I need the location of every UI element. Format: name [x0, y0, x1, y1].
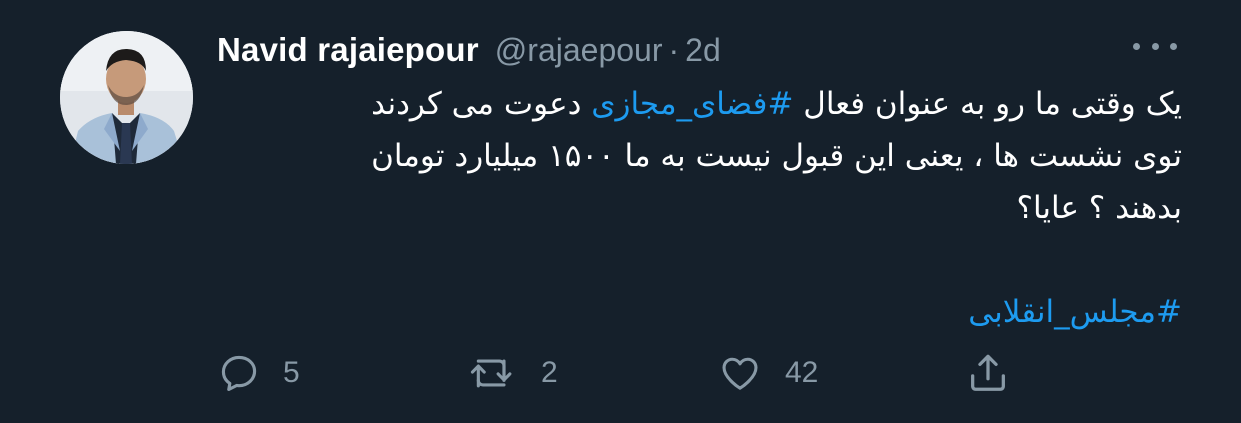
tweet-text: یک وقتی ما رو به عنوان فعال #فضای_مجازی … [217, 78, 1182, 338]
share-button[interactable] [965, 348, 1011, 398]
tweet-text-segment: یک وقتی ما رو به عنوان فعال [793, 86, 1182, 122]
retweet-count: 2 [541, 356, 558, 389]
hashtag-link[interactable]: #فضای_مجازی [591, 86, 793, 122]
tweet[interactable]: Navid rajaiepour @rajaepour · 2d یک وقتی… [0, 0, 1241, 423]
avatar-photo [60, 31, 193, 164]
share-icon [971, 354, 1005, 391]
more-icon[interactable] [1133, 36, 1177, 56]
tweet-line-3: بدهند ؟ عایا؟ [1016, 190, 1182, 226]
like-icon [722, 357, 758, 390]
reply-count: 5 [283, 356, 300, 389]
tweet-line-hashtag: #مجلس_انقلابی [217, 286, 1182, 338]
reply-icon [221, 355, 257, 392]
reply-button[interactable]: 5 [217, 348, 300, 398]
avatar[interactable] [60, 31, 193, 164]
tweet-line-2: توی نشست ها ، یعنی این قبول نیست به ما ۱… [371, 138, 1182, 174]
more-dot [1151, 42, 1159, 50]
separator-dot: · [668, 31, 680, 68]
retweet-button[interactable]: 2 [467, 348, 558, 398]
retweet-icon [470, 359, 512, 388]
hashtag-link[interactable]: #مجلس_انقلابی [968, 294, 1182, 330]
like-count: 42 [785, 356, 819, 389]
like-button[interactable]: 42 [717, 348, 818, 398]
display-name[interactable]: Navid rajaiepour [217, 31, 479, 69]
more-dot [1170, 42, 1177, 50]
tweet-line-1: یک وقتی ما رو به عنوان فعال #فضای_مجازی … [217, 78, 1182, 130]
tweet-text-segment: دعوت می کردند [371, 86, 592, 122]
user-handle[interactable]: @rajaepour [495, 32, 663, 69]
more-dot [1133, 42, 1140, 50]
tweet-actions: 5 2 42 [217, 348, 1037, 398]
timestamp[interactable]: 2d [685, 32, 721, 69]
tweet-header: Navid rajaiepour @rajaepour · 2d [217, 30, 721, 70]
